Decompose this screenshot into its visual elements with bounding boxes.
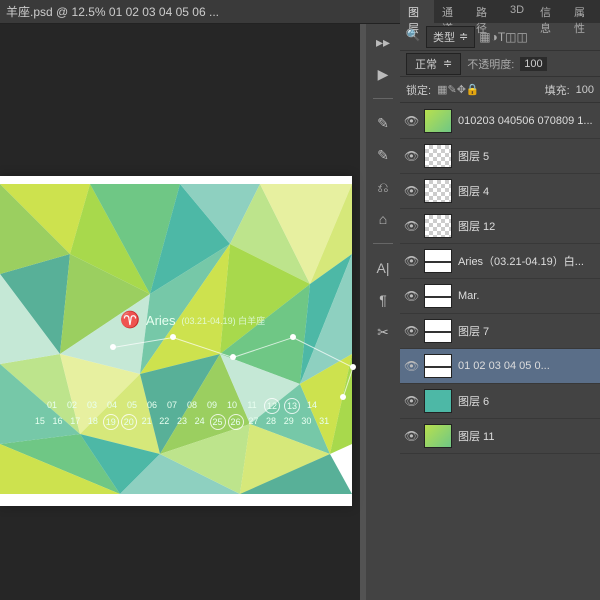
lock-label: 锁定: bbox=[406, 82, 431, 98]
panel-tab-3D[interactable]: 3D bbox=[502, 0, 532, 23]
layer-row[interactable]: 👁 010203 040506 070809 1... bbox=[400, 104, 600, 139]
visibility-toggle[interactable]: 👁 bbox=[404, 289, 418, 303]
tool-button-3[interactable]: ✎ bbox=[371, 143, 395, 167]
panel-tab-路径[interactable]: 路径 bbox=[468, 0, 502, 23]
tool-strip: ▸▸ ▶ ✎ ✎ ⎌ ⌂ A| ¶ ✂ bbox=[366, 24, 400, 600]
layer-name[interactable]: 图层 4 bbox=[458, 183, 596, 199]
layer-row[interactable]: 👁 图层 11 bbox=[400, 419, 600, 454]
layer-row[interactable]: 👁 01 02 03 04 05 0... bbox=[400, 349, 600, 384]
lock-icon[interactable]: ✥ bbox=[457, 84, 466, 96]
layer-name[interactable]: Aries（03.21-04.19）白... bbox=[458, 253, 596, 269]
layer-thumbnail[interactable] bbox=[424, 424, 452, 448]
layer-row[interactable]: 👁 Mar. bbox=[400, 279, 600, 314]
panel-tab-图层[interactable]: 图层 bbox=[400, 0, 434, 23]
layer-name[interactable]: 010203 040506 070809 1... bbox=[458, 115, 596, 127]
aries-label: ♈ Aries (03.21-04.19) 白羊座 bbox=[120, 310, 265, 330]
constellation-graphic bbox=[30, 324, 350, 404]
aries-symbol-icon: ♈ bbox=[120, 310, 140, 330]
fill-value[interactable]: 100 bbox=[576, 84, 594, 96]
layer-thumbnail[interactable] bbox=[424, 354, 452, 378]
visibility-toggle[interactable]: 👁 bbox=[404, 324, 418, 338]
visibility-toggle[interactable]: 👁 bbox=[404, 114, 418, 128]
layer-row[interactable]: 👁 图层 12 bbox=[400, 209, 600, 244]
layer-name[interactable]: Mar. bbox=[458, 290, 596, 302]
visibility-toggle[interactable]: 👁 bbox=[404, 149, 418, 163]
layer-thumbnail[interactable] bbox=[424, 284, 452, 308]
opacity-label: 不透明度: bbox=[467, 56, 514, 72]
aries-subtitle: (03.21-04.19) 白羊座 bbox=[182, 314, 266, 327]
layers-list: 👁 010203 040506 070809 1... 👁 图层 5 👁 图层 4 👁 图层 … bbox=[400, 104, 600, 600]
visibility-toggle[interactable]: 👁 bbox=[404, 219, 418, 233]
layer-row[interactable]: 👁 Aries（03.21-04.19）白... bbox=[400, 244, 600, 279]
opacity-value[interactable]: 100 bbox=[520, 57, 546, 71]
layer-name[interactable]: 图层 11 bbox=[458, 428, 596, 444]
layer-thumbnail[interactable] bbox=[424, 214, 452, 238]
blend-mode-dropdown[interactable]: 正常≑ bbox=[406, 53, 461, 75]
layer-row[interactable]: 👁 图层 4 bbox=[400, 174, 600, 209]
layer-thumbnail[interactable] bbox=[424, 109, 452, 133]
calendar-grid: 0102030405060708091011121314151617181920… bbox=[32, 398, 332, 430]
layer-name[interactable]: 01 02 03 04 05 0... bbox=[458, 360, 596, 372]
panel-tab-属性[interactable]: 属性 bbox=[566, 0, 600, 23]
aries-title: Aries bbox=[146, 313, 176, 328]
tool-button-5[interactable]: ⌂ bbox=[371, 207, 395, 231]
filter-icon[interactable]: 🔍 bbox=[404, 28, 422, 46]
canvas-area[interactable]: ♈ Aries (03.21-04.19) 白羊座 01020304050607… bbox=[0, 24, 360, 600]
layer-row[interactable]: 👁 图层 5 bbox=[400, 139, 600, 174]
panel-tab-信息[interactable]: 信息 bbox=[532, 0, 566, 23]
visibility-toggle[interactable]: 👁 bbox=[404, 184, 418, 198]
tool-button-2[interactable]: ✎ bbox=[371, 111, 395, 135]
layer-name[interactable]: 图层 5 bbox=[458, 148, 596, 164]
tool-button-1[interactable]: ▶ bbox=[371, 62, 395, 86]
layer-filter-icon[interactable]: ▦ bbox=[479, 30, 490, 44]
tool-button-8[interactable]: ✂ bbox=[371, 320, 395, 344]
layer-row[interactable]: 👁 图层 6 bbox=[400, 384, 600, 419]
lock-icon[interactable]: 🔒 bbox=[466, 84, 480, 96]
layer-thumbnail[interactable] bbox=[424, 179, 452, 203]
tool-button-0[interactable]: ▸▸ bbox=[371, 30, 395, 54]
visibility-toggle[interactable]: 👁 bbox=[404, 394, 418, 408]
layer-name[interactable]: 图层 12 bbox=[458, 218, 596, 234]
layer-thumbnail[interactable] bbox=[424, 249, 452, 273]
panel-tab-通道[interactable]: 通道 bbox=[434, 0, 468, 23]
tool-button-4[interactable]: ⎌ bbox=[371, 175, 395, 199]
layer-filter-icon[interactable]: ◑ bbox=[491, 30, 498, 44]
layer-name[interactable]: 图层 7 bbox=[458, 323, 596, 339]
layer-filter-icon[interactable]: ◫ bbox=[505, 30, 516, 44]
kind-filter-dropdown[interactable]: 类型 ≑ bbox=[426, 26, 475, 48]
document-canvas[interactable]: ♈ Aries (03.21-04.19) 白羊座 01020304050607… bbox=[0, 176, 352, 506]
visibility-toggle[interactable]: 👁 bbox=[404, 254, 418, 268]
tool-button-7[interactable]: ¶ bbox=[371, 288, 395, 312]
panel-tabs: 图层通道路径3D信息属性 bbox=[400, 0, 600, 23]
lock-icon[interactable]: ▦ bbox=[437, 84, 447, 96]
tool-button-6[interactable]: A| bbox=[371, 256, 395, 280]
visibility-toggle[interactable]: 👁 bbox=[404, 359, 418, 373]
lock-icon[interactable]: ✎ bbox=[447, 84, 456, 96]
visibility-toggle[interactable]: 👁 bbox=[404, 429, 418, 443]
layer-filter-icon[interactable]: ◫ bbox=[517, 30, 528, 44]
layer-thumbnail[interactable] bbox=[424, 144, 452, 168]
layer-thumbnail[interactable] bbox=[424, 319, 452, 343]
layer-name[interactable]: 图层 6 bbox=[458, 393, 596, 409]
fill-label: 填充: bbox=[545, 82, 570, 98]
layer-thumbnail[interactable] bbox=[424, 389, 452, 413]
layer-row[interactable]: 👁 图层 7 bbox=[400, 314, 600, 349]
